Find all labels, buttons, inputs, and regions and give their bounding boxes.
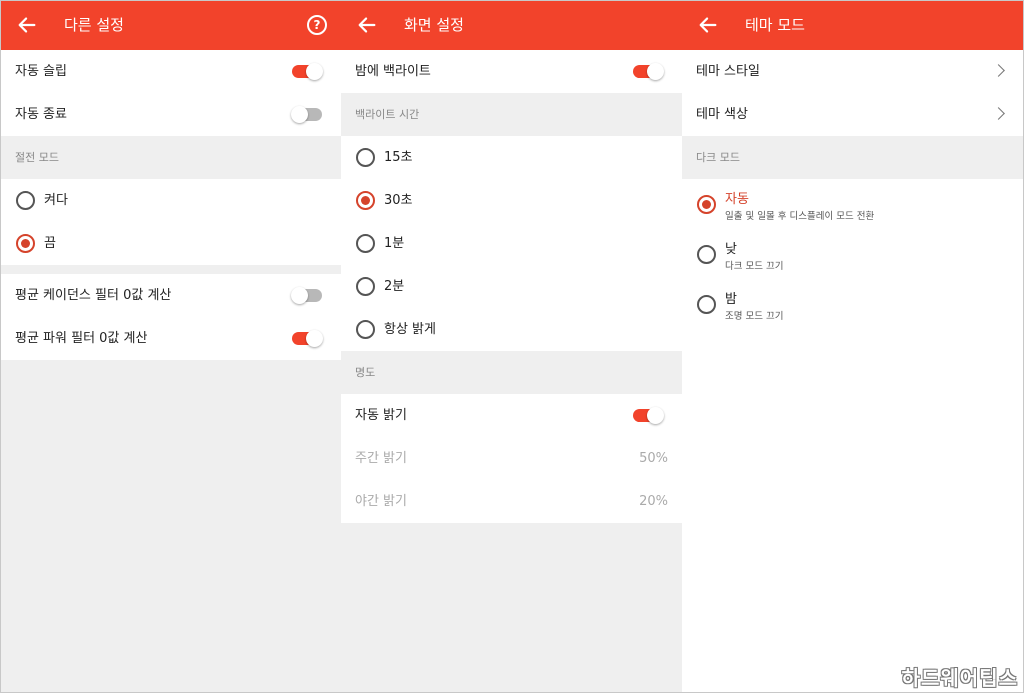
radio-label: 30초	[384, 193, 413, 208]
back-arrow-icon[interactable]	[16, 14, 38, 36]
auto-brightness-label: 자동 밝기	[355, 408, 407, 423]
section-header-brightness: 명도	[341, 351, 682, 394]
page-title: 화면 설정	[404, 16, 464, 34]
panel-theme-mode: 테마 모드 테마 스타일 테마 색상 다크 모드 자동 일출 및 일몰 후 디스…	[682, 1, 1023, 692]
radio-label: 켜다	[44, 193, 68, 208]
auto-brightness-toggle[interactable]	[633, 407, 664, 424]
app-bar: 화면 설정	[341, 1, 682, 50]
power-filter-toggle[interactable]	[292, 330, 323, 347]
radio-row-always[interactable]: 항상 밝게	[341, 308, 682, 351]
section-label: 절전 모드	[15, 151, 59, 164]
auto-sleep-toggle[interactable]	[292, 63, 323, 80]
radio-on[interactable]	[16, 191, 35, 210]
radio-row-off[interactable]: 끔	[1, 222, 341, 265]
night-brightness-label: 야간 밝기	[355, 494, 407, 509]
back-arrow-icon[interactable]	[356, 14, 378, 36]
cadence-filter-label: 평균 케이던스 필터 0값 계산	[15, 288, 172, 303]
theme-color-row[interactable]: 테마 색상	[682, 93, 1023, 136]
section-label: 백라이트 시간	[355, 108, 420, 121]
auto-shutdown-row[interactable]: 자동 종료	[1, 93, 341, 136]
radio-label: 낮	[725, 242, 737, 257]
auto-brightness-row[interactable]: 자동 밝기	[341, 394, 682, 437]
radio-day[interactable]	[697, 245, 716, 264]
cadence-filter-toggle[interactable]	[291, 287, 322, 304]
section-label: 다크 모드	[696, 151, 740, 164]
radio-label: 끔	[44, 236, 56, 251]
radio-label: 밤	[725, 292, 737, 307]
day-brightness-row: 주간 밝기 50%	[341, 437, 682, 480]
panel-display-settings: 화면 설정 밤에 백라이트 백라이트 시간 15초 30초 1분 2분 항상 밝…	[341, 1, 682, 692]
auto-sleep-label: 자동 슬립	[15, 64, 67, 79]
day-brightness-value: 50%	[639, 451, 668, 466]
radio-row-on[interactable]: 켜다	[1, 179, 341, 222]
divider	[1, 265, 341, 274]
section-header-power-saving: 절전 모드	[1, 136, 341, 179]
page-title: 다른 설정	[64, 16, 124, 34]
radio-row-auto[interactable]: 자동 일출 및 일몰 후 디스플레이 모드 전환	[682, 179, 1023, 229]
radio-description: 일출 및 일몰 후 디스플레이 모드 전환	[725, 211, 875, 222]
section-header-dark-mode: 다크 모드	[682, 136, 1023, 179]
auto-sleep-row[interactable]: 자동 슬립	[1, 50, 341, 93]
radio-always-on[interactable]	[356, 320, 375, 339]
radio-label: 15초	[384, 150, 413, 165]
night-brightness-row: 야간 밝기 20%	[341, 480, 682, 523]
section-label: 명도	[355, 366, 376, 379]
chevron-right-icon	[992, 64, 1005, 77]
power-filter-label: 평균 파워 필터 0값 계산	[15, 331, 148, 346]
theme-color-label: 테마 색상	[696, 107, 748, 122]
app-bar: 다른 설정 ?	[1, 1, 341, 50]
watermark: 하드웨어팁스	[901, 666, 1018, 690]
radio-label: 자동	[725, 192, 749, 207]
radio-30s[interactable]	[356, 191, 375, 210]
help-icon[interactable]: ?	[307, 15, 327, 35]
radio-description: 조명 모드 끄기	[725, 311, 784, 322]
panel-other-settings: 다른 설정 ? 자동 슬립 자동 종료 절전 모드 켜다 끔 평균 케이던스 필…	[1, 1, 341, 692]
radio-night[interactable]	[697, 295, 716, 314]
radio-label: 2분	[384, 279, 405, 294]
theme-style-row[interactable]: 테마 스타일	[682, 50, 1023, 93]
night-backlight-label: 밤에 백라이트	[355, 64, 431, 79]
theme-style-label: 테마 스타일	[696, 64, 760, 79]
section-header-backlight-time: 백라이트 시간	[341, 93, 682, 136]
radio-row-2m[interactable]: 2분	[341, 265, 682, 308]
radio-row-night[interactable]: 밤 조명 모드 끄기	[682, 279, 1023, 329]
back-arrow-icon[interactable]	[697, 14, 719, 36]
radio-auto[interactable]	[697, 195, 716, 214]
radio-label: 항상 밝게	[384, 322, 436, 337]
cadence-filter-row[interactable]: 평균 케이던스 필터 0값 계산	[1, 274, 341, 317]
radio-1m[interactable]	[356, 234, 375, 253]
night-backlight-row[interactable]: 밤에 백라이트	[341, 50, 682, 93]
radio-2m[interactable]	[356, 277, 375, 296]
radio-row-30s[interactable]: 30초	[341, 179, 682, 222]
day-brightness-label: 주간 밝기	[355, 451, 407, 466]
app-bar: 테마 모드	[682, 1, 1023, 50]
radio-15s[interactable]	[356, 148, 375, 167]
power-filter-row[interactable]: 평균 파워 필터 0값 계산	[1, 317, 341, 360]
night-backlight-toggle[interactable]	[633, 63, 664, 80]
radio-row-day[interactable]: 낮 다크 모드 끄기	[682, 229, 1023, 279]
radio-off[interactable]	[16, 234, 35, 253]
chevron-right-icon	[992, 107, 1005, 120]
night-brightness-value: 20%	[639, 494, 668, 509]
radio-label: 1분	[384, 236, 405, 251]
radio-description: 다크 모드 끄기	[725, 261, 784, 272]
radio-row-15s[interactable]: 15초	[341, 136, 682, 179]
radio-row-1m[interactable]: 1분	[341, 222, 682, 265]
page-title: 테마 모드	[745, 16, 805, 34]
auto-shutdown-toggle[interactable]	[291, 106, 322, 123]
auto-shutdown-label: 자동 종료	[15, 107, 67, 122]
